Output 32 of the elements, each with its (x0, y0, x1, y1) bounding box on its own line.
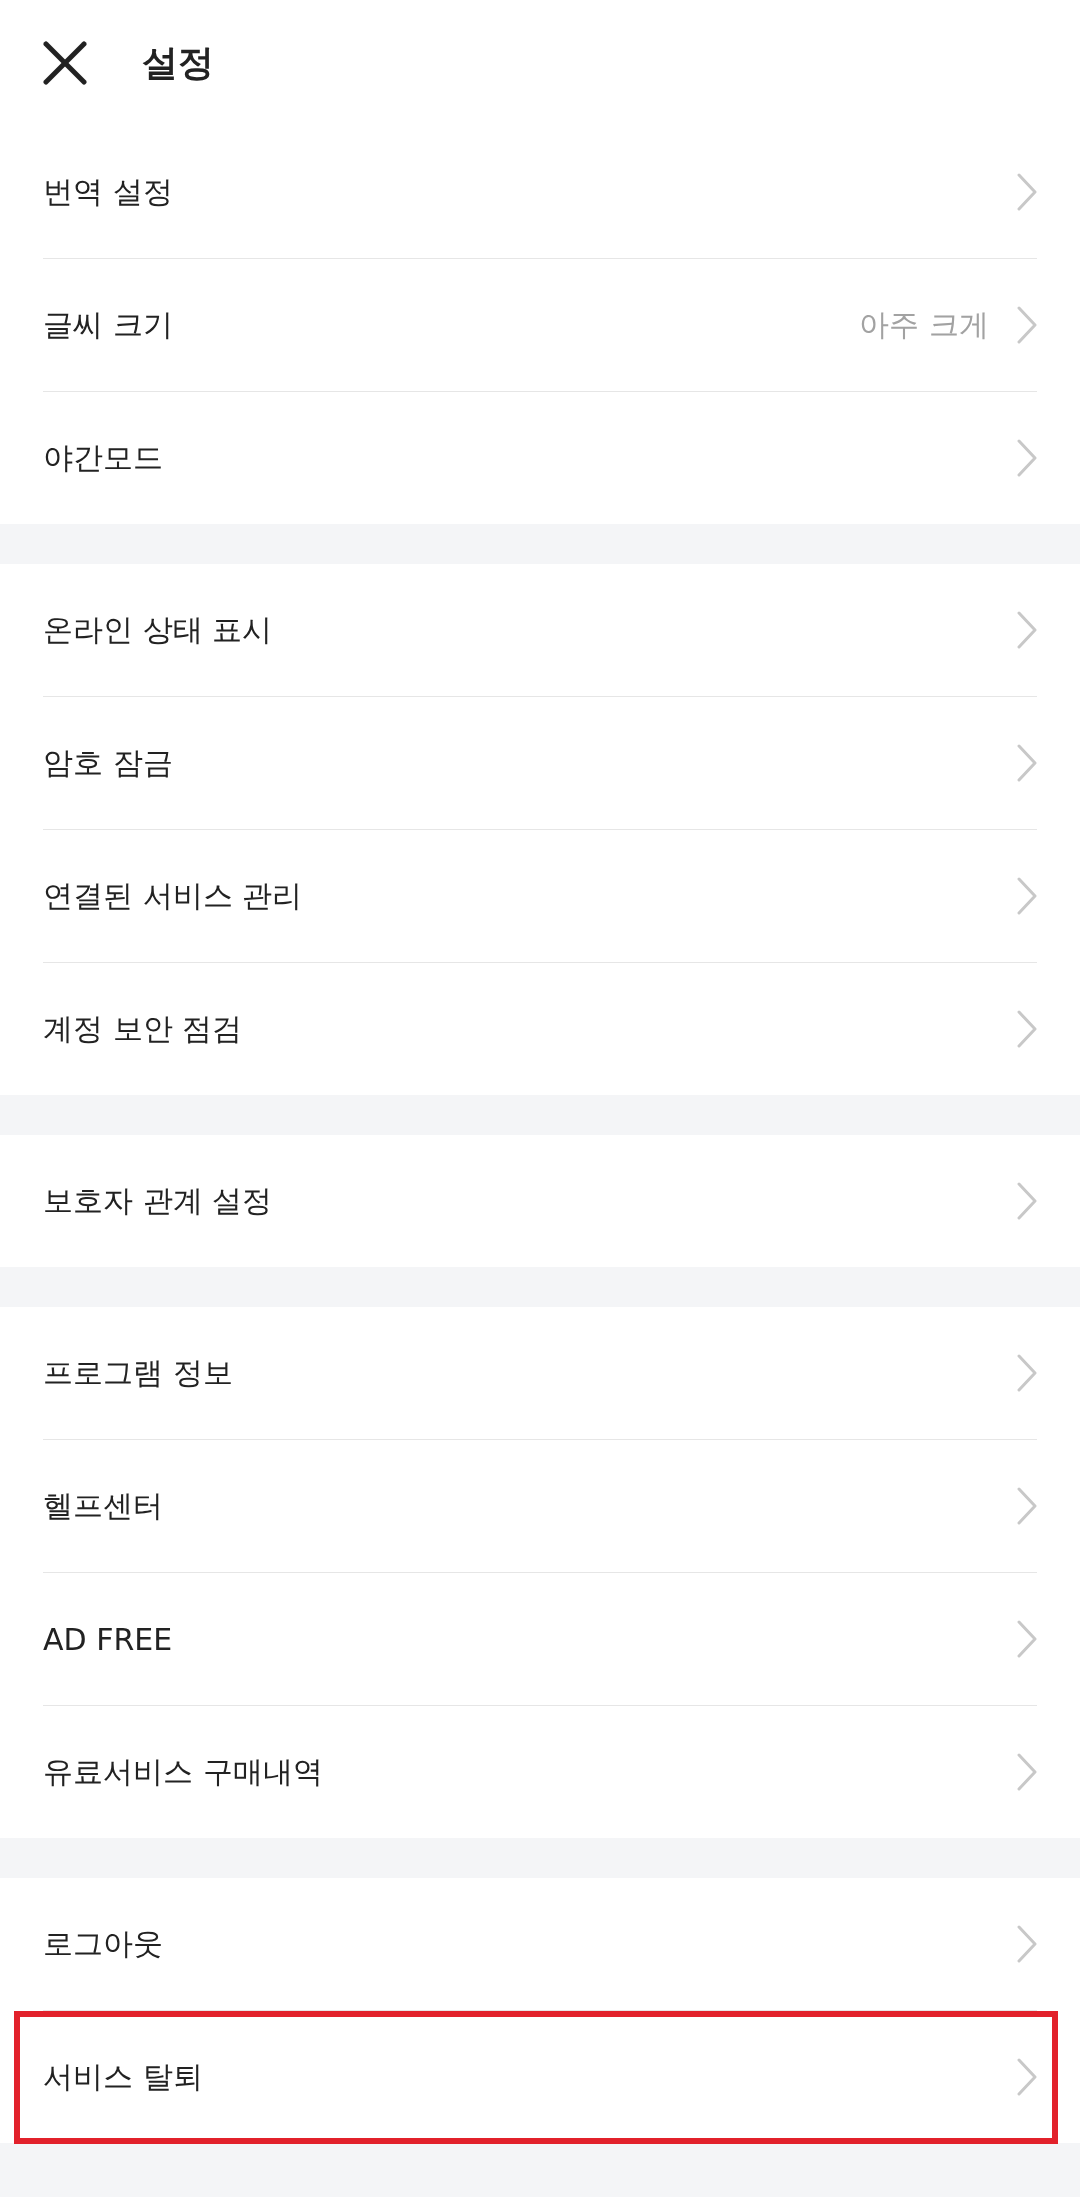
settings-item[interactable]: 로그아웃 (0, 1878, 1080, 2010)
chevron-right-icon (1017, 1753, 1037, 1791)
settings-item[interactable]: 서비스 탈퇴 (0, 2011, 1080, 2143)
settings-item[interactable]: 야간모드 (0, 392, 1080, 524)
chevron-right-icon (1017, 1487, 1037, 1525)
chevron-right-icon (1017, 611, 1037, 649)
page-title: 설정 (142, 41, 214, 85)
current-value: 아주 크게 (859, 305, 989, 344)
settings-item[interactable]: 온라인 상태 표시 (0, 564, 1080, 696)
settings-item[interactable]: AD FREE (0, 1573, 1080, 1705)
settings-item[interactable]: 보호자 관계 설정 (0, 1135, 1080, 1267)
close-button[interactable] (43, 41, 87, 85)
settings-item[interactable]: 글씨 크기 아주 크게 (0, 259, 1080, 391)
close-icon (43, 41, 87, 85)
chevron-right-icon (1017, 1010, 1037, 1048)
chevron-right-icon (1017, 744, 1037, 782)
chevron-right-icon (1017, 2058, 1037, 2096)
settings-item[interactable]: 연결된 서비스 관리 (0, 830, 1080, 962)
settings-item[interactable]: 번역 설정 (0, 126, 1080, 258)
chevron-right-icon (1017, 306, 1037, 344)
settings-item[interactable]: 프로그램 정보 (0, 1307, 1080, 1439)
chevron-right-icon (1017, 877, 1037, 915)
settings-item[interactable]: 암호 잠금 (0, 697, 1080, 829)
chevron-right-icon (1017, 173, 1037, 211)
chevron-right-icon (1017, 1925, 1037, 1963)
settings-item[interactable]: 헬프센터 (0, 1440, 1080, 1572)
chevron-right-icon (1017, 439, 1037, 477)
chevron-right-icon (1017, 1620, 1037, 1658)
settings-item[interactable]: 계정 보안 점검 (0, 963, 1080, 1095)
chevron-right-icon (1017, 1182, 1037, 1220)
settings-item[interactable]: 유료서비스 구매내역 (0, 1706, 1080, 1838)
chevron-right-icon (1017, 1354, 1037, 1392)
